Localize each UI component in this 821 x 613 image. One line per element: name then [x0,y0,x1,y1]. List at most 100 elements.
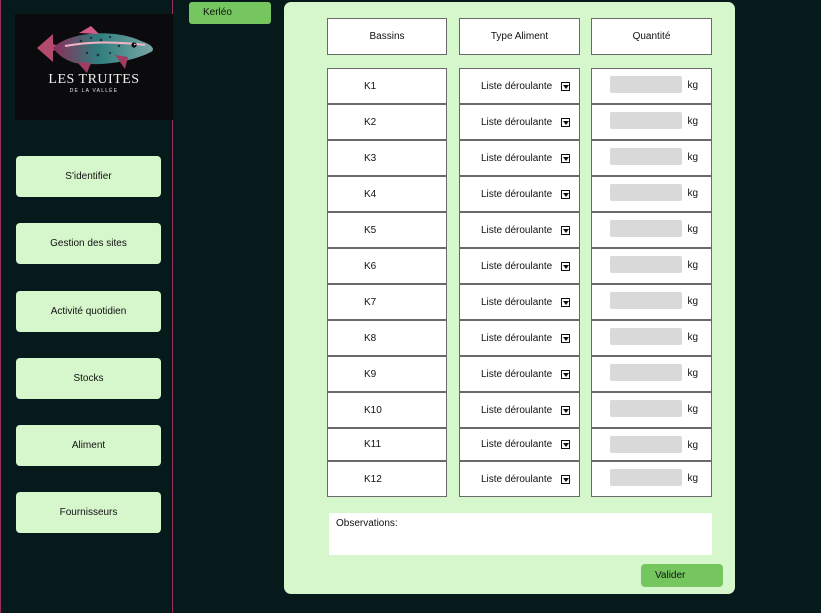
nav-daily-activity-button[interactable]: Activité quotidien [16,291,161,332]
bassin-cell: K8 [327,320,447,356]
feed-type-value: Liste déroulante [481,473,553,485]
brand-logo: LES TRUITES DE LA VALLÉE [15,14,173,120]
trout-fish-icon [37,26,153,73]
quantity-cell: kg [591,68,712,104]
bassin-cell: K6 [327,248,447,284]
bassin-cell: K9 [327,356,447,392]
bassin-cell: K2 [327,104,447,140]
quantity-cell: kg [591,392,712,428]
quantity-unit: kg [687,368,698,379]
nav-stocks-button[interactable]: Stocks [16,358,161,399]
quantity-unit: kg [687,332,698,343]
quantity-input[interactable] [610,112,682,129]
bassin-cell: K12 [327,461,447,497]
bassin-cell: K3 [327,140,447,176]
bassin-cell: K11 [327,428,447,461]
brand-subtitle: DE LA VALLÉE [69,88,119,94]
quantity-input[interactable] [610,328,682,345]
feed-type-select[interactable]: Liste déroulante [459,284,580,320]
dropdown-arrow-icon[interactable] [561,189,570,199]
feed-type-value: Liste déroulante [481,116,553,128]
feed-type-value: Liste déroulante [481,439,553,450]
quantity-unit: kg [687,116,698,127]
dropdown-arrow-icon[interactable] [561,225,570,235]
quantity-input[interactable] [610,76,682,93]
dropdown-arrow-icon[interactable] [561,117,570,127]
feed-type-select[interactable]: Liste déroulante [459,68,580,104]
dropdown-arrow-icon[interactable] [561,405,570,415]
bassin-cell: K1 [327,68,447,104]
bassin-cell: K5 [327,212,447,248]
quantity-cell: kg [591,212,712,248]
quantity-cell: kg [591,176,712,212]
quantity-input[interactable] [610,256,682,273]
feed-type-select[interactable]: Liste déroulante [459,428,580,461]
quantity-input[interactable] [610,184,682,201]
quantity-unit: kg [687,404,698,415]
feed-type-value: Liste déroulante [481,80,553,92]
nav-feed-button[interactable]: Aliment [16,425,161,466]
feed-type-value: Liste déroulante [481,404,553,416]
feed-type-select[interactable]: Liste déroulante [459,392,580,428]
nav-login-button[interactable]: S'identifier [16,156,161,197]
dropdown-arrow-icon[interactable] [561,153,570,163]
observations-field[interactable]: Observations: [329,513,712,555]
feed-type-select[interactable]: Liste déroulante [459,320,580,356]
feed-type-select[interactable]: Liste déroulante [459,461,580,497]
header-bassins: Bassins [327,18,447,55]
quantity-unit: kg [687,473,698,484]
feed-type-select[interactable]: Liste déroulante [459,104,580,140]
submit-button[interactable]: Valider [641,564,723,587]
dropdown-arrow-icon[interactable] [561,474,570,484]
feed-type-select[interactable]: Liste déroulante [459,140,580,176]
dropdown-arrow-icon[interactable] [561,369,570,379]
header-quantite: Quantité [591,18,712,55]
quantity-cell: kg [591,104,712,140]
feed-type-value: Liste déroulante [481,152,553,164]
quantity-cell: kg [591,461,712,497]
quantity-cell: kg [591,428,712,461]
quantity-input[interactable] [610,220,682,237]
quantity-input[interactable] [610,364,682,381]
header-type-aliment: Type Aliment [459,18,580,55]
quantity-unit: kg [687,260,698,271]
dropdown-arrow-icon[interactable] [561,440,570,449]
bassin-cell: K4 [327,176,447,212]
dropdown-arrow-icon[interactable] [561,297,570,307]
dropdown-arrow-icon[interactable] [561,333,570,343]
feed-type-value: Liste déroulante [481,368,553,380]
feed-type-value: Liste déroulante [481,332,553,344]
quantity-unit: kg [687,296,698,307]
brand-title: LES TRUITES [48,72,140,87]
quantity-cell: kg [591,248,712,284]
quantity-input[interactable] [610,436,682,453]
feed-type-select[interactable]: Liste déroulante [459,212,580,248]
feed-type-select[interactable]: Liste déroulante [459,176,580,212]
observations-label: Observations: [336,518,398,529]
dropdown-arrow-icon[interactable] [561,81,570,91]
quantity-cell: kg [591,356,712,392]
quantity-cell: kg [591,140,712,176]
nav-site-management-button[interactable]: Gestion des sites [16,223,161,264]
quantity-unit: kg [687,152,698,163]
quantity-unit: kg [687,80,698,91]
feed-type-value: Liste déroulante [481,260,553,272]
quantity-input[interactable] [610,292,682,309]
sidebar: LES TRUITES DE LA VALLÉE S'identifier Ge… [0,0,173,613]
quantity-cell: kg [591,284,712,320]
feed-type-select[interactable]: Liste déroulante [459,248,580,284]
quantity-unit: kg [687,188,698,199]
bassin-cell: K10 [327,392,447,428]
nav-suppliers-button[interactable]: Fournisseurs [16,492,161,533]
feed-type-select[interactable]: Liste déroulante [459,356,580,392]
quantity-input[interactable] [610,469,682,486]
feed-type-value: Liste déroulante [481,224,553,236]
quantity-unit: kg [687,224,698,235]
quantity-input[interactable] [610,400,682,417]
dropdown-arrow-icon[interactable] [561,261,570,271]
quantity-unit: kg [687,440,698,451]
quantity-input[interactable] [610,148,682,165]
feed-type-value: Liste déroulante [481,188,553,200]
feed-type-value: Liste déroulante [481,296,553,308]
site-tab[interactable]: Kerléo [189,2,271,24]
